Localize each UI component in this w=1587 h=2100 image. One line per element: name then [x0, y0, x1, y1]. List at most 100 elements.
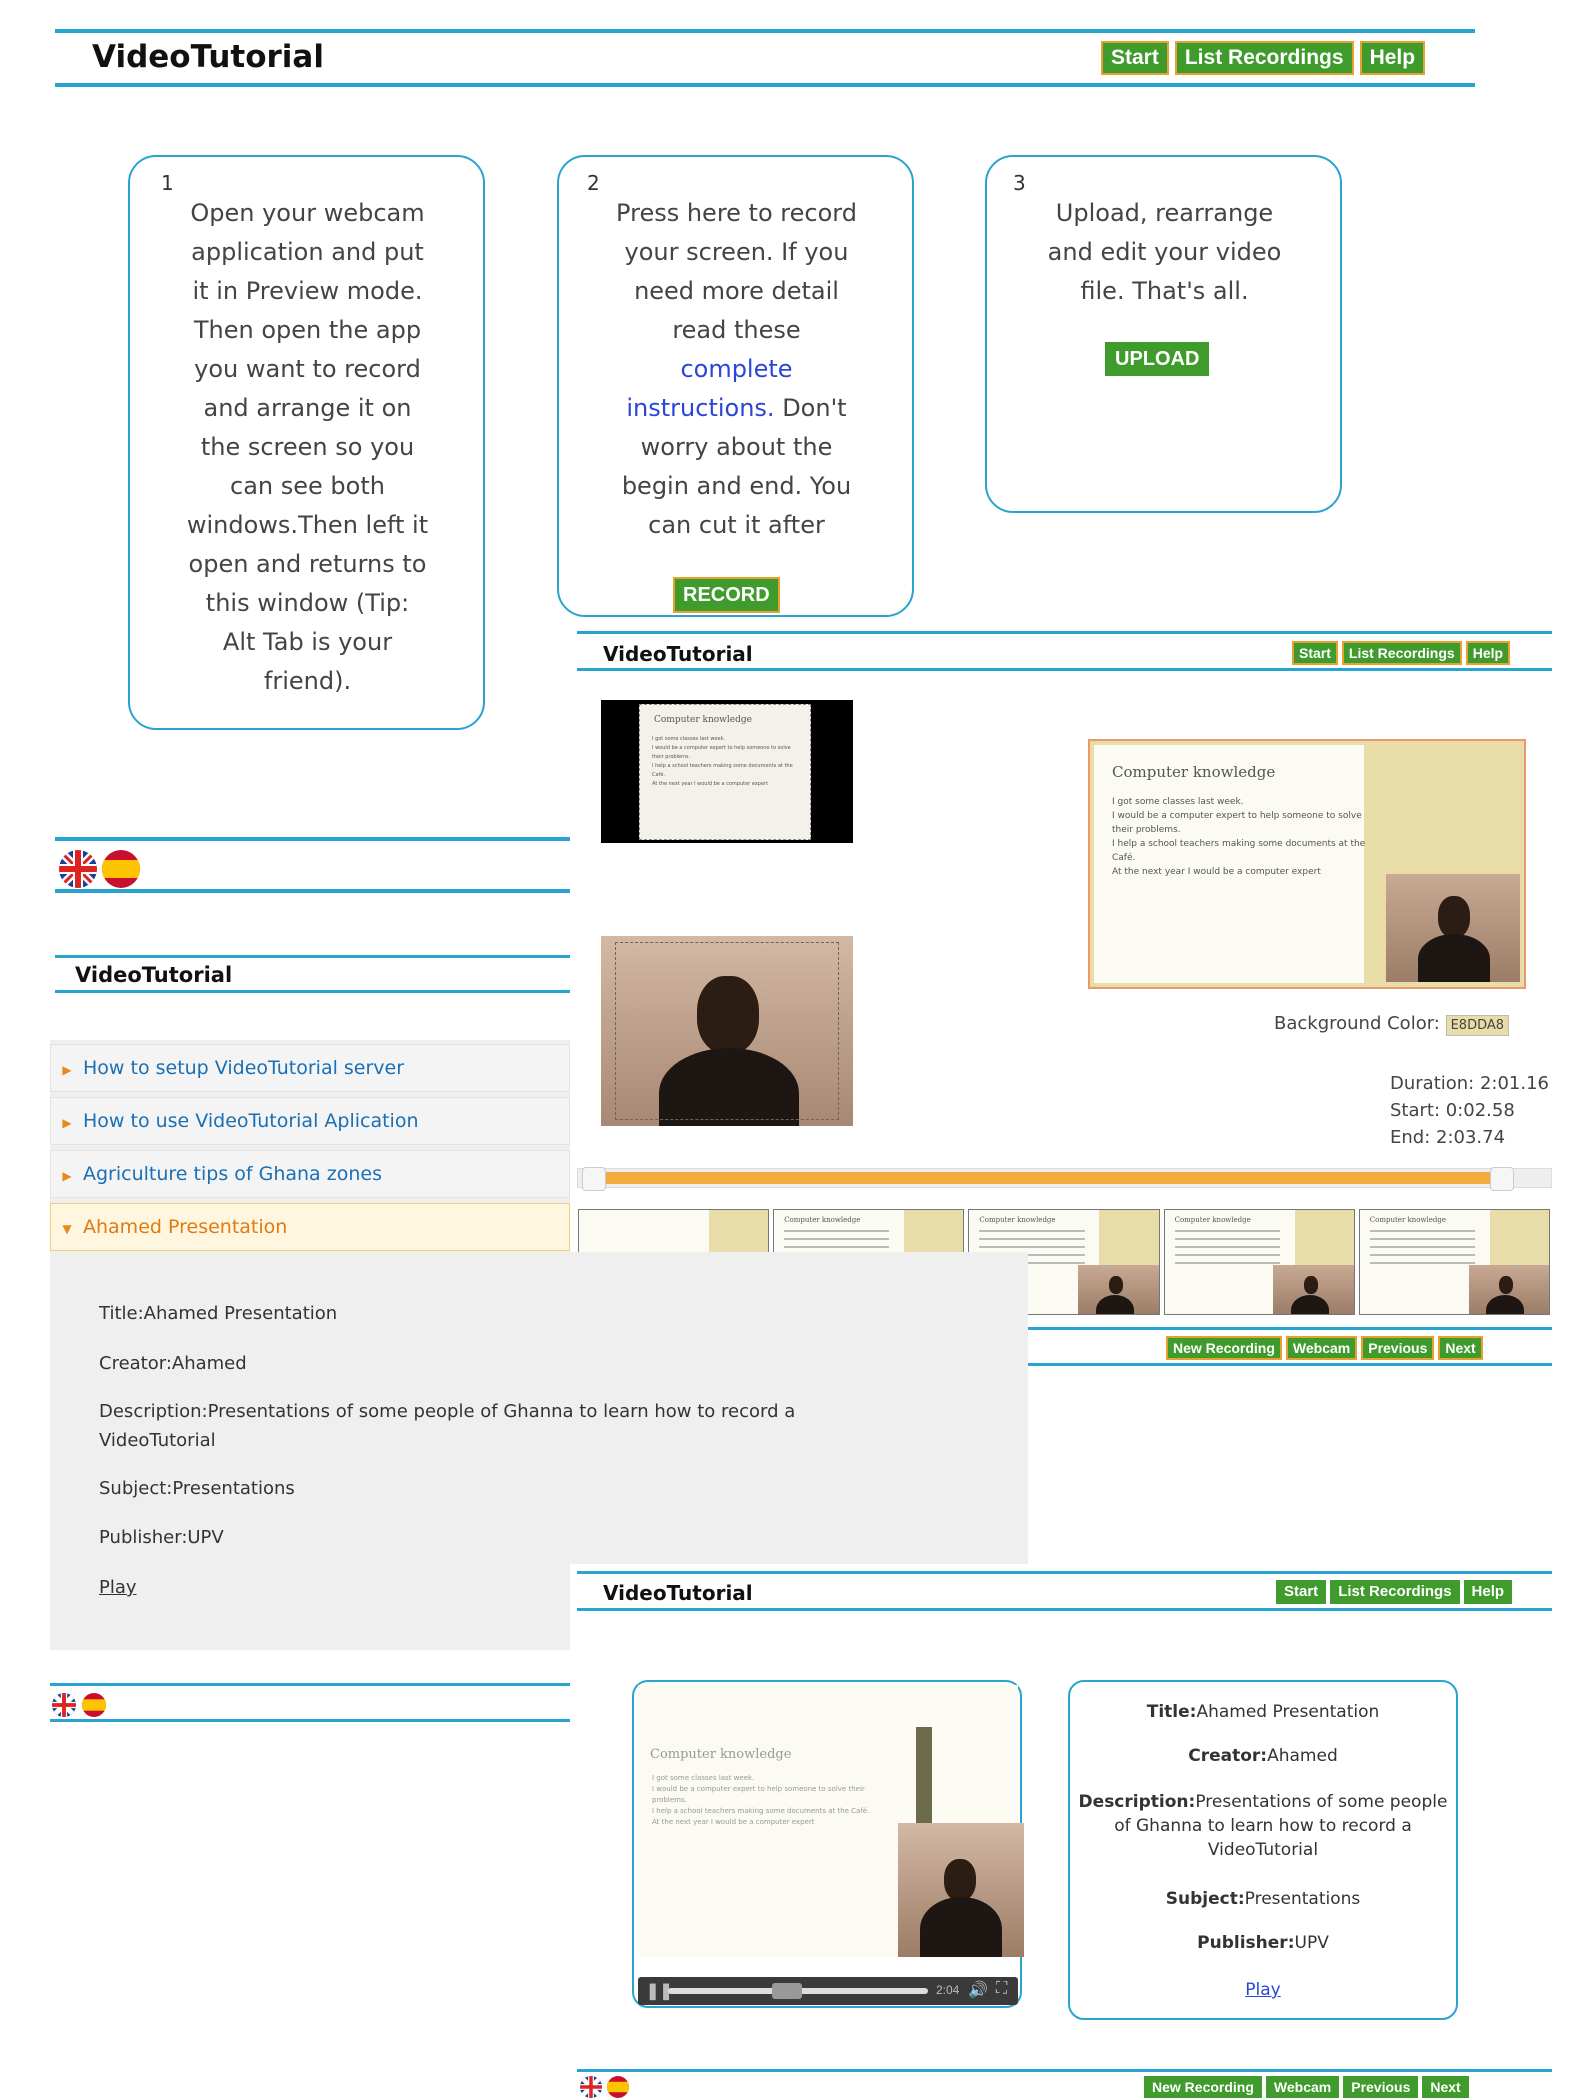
- spanish-flag-icon[interactable]: [607, 2076, 629, 2098]
- header-bottom-line: [55, 83, 1475, 87]
- player-top-nav: Start List Recordings Help: [1276, 1580, 1513, 1604]
- list-recordings-button[interactable]: List Recordings: [1341, 641, 1462, 665]
- video-scrubber[interactable]: [772, 1983, 802, 1999]
- trim-end-handle[interactable]: [1490, 1167, 1515, 1191]
- help-button[interactable]: Help: [1463, 1580, 1513, 1604]
- recording-item[interactable]: ▶ Agriculture tips of Ghana zones: [50, 1150, 570, 1198]
- list-recordings-button[interactable]: List Recordings: [1330, 1580, 1460, 1604]
- video-progress-bar[interactable]: [668, 1983, 928, 1999]
- video-player-card: Computer knowledge I got some classes la…: [632, 1680, 1024, 2008]
- recording-item[interactable]: ▶ How to setup VideoTutorial server: [50, 1044, 570, 1092]
- spanish-flag-icon[interactable]: [82, 1693, 106, 1717]
- start-button[interactable]: Start: [1292, 641, 1338, 665]
- help-button[interactable]: Help: [1465, 641, 1511, 665]
- step-1-instructions: Open your webcam application and put it in…: [140, 194, 475, 701]
- detail-creator: Creator:Ahamed: [99, 1353, 247, 1374]
- timeline-thumbnail[interactable]: Computer knowledge: [1358, 1209, 1550, 1315]
- instructions-link[interactable]: complete: [569, 350, 904, 389]
- next-button[interactable]: Next: [1438, 1336, 1483, 1360]
- webcam-crop-area[interactable]: [615, 942, 839, 1120]
- expand-icon: ▶: [62, 1116, 72, 1130]
- new-recording-button[interactable]: New Recording: [1144, 2076, 1262, 2098]
- collapse-icon: ▼: [62, 1222, 72, 1236]
- text-line: and arrange it on: [203, 394, 412, 422]
- info-play-row: Play: [1070, 1980, 1456, 2000]
- header-top-line: [55, 29, 1475, 33]
- webcam-button[interactable]: Webcam: [1265, 2076, 1340, 2098]
- text-line: Open your webcam: [190, 199, 425, 227]
- slide-bullets: I got some classes last week. I would be …: [1112, 797, 1366, 877]
- info-title: Title:Ahamed Presentation: [1146, 1702, 1380, 1722]
- thumbnail-webcam: [1468, 1265, 1549, 1314]
- detail-description-cont: VideoTutorial: [99, 1430, 216, 1451]
- recording-item-active[interactable]: ▼ Ahamed Presentation: [50, 1203, 570, 1251]
- next-button[interactable]: Next: [1422, 2076, 1469, 2098]
- english-flag-icon[interactable]: [580, 2076, 602, 2098]
- timeline-thumbnail[interactable]: Computer knowledge: [1163, 1209, 1355, 1315]
- video-time: 2:04: [936, 1983, 960, 1997]
- slide-title: Computer knowledge: [1112, 763, 1276, 781]
- fullscreen-icon[interactable]: ⛶: [996, 1980, 1007, 1998]
- duration-text: Duration: 2:01.16: [1390, 1073, 1550, 1094]
- volume-icon[interactable]: 🔊: [968, 1980, 988, 2000]
- thumbnail-slide-title: Computer knowledge: [784, 1216, 861, 1224]
- step-2-instructions: Press here to record your screen. If you…: [569, 194, 904, 545]
- capture-crop-area[interactable]: Computer knowledge I got some classes la…: [639, 704, 811, 840]
- record-button[interactable]: RECORD: [673, 577, 780, 613]
- info-publisher: Publisher:UPV: [1197, 1933, 1329, 1953]
- step-number: 2: [587, 171, 600, 195]
- play-link[interactable]: Play: [1245, 1980, 1280, 2000]
- webcam-overlay: [898, 1823, 1024, 1957]
- list-footer-bottom-line: [50, 1719, 570, 1722]
- instructions-link[interactable]: instructions.: [626, 394, 774, 422]
- trim-start-handle[interactable]: [582, 1167, 606, 1191]
- text-line: can see both: [230, 472, 385, 500]
- player-bottom-nav: New Recording Webcam Previous Next: [1144, 2076, 1469, 2098]
- info-description: Description:Presentations of some people…: [1078, 1792, 1448, 1860]
- text-line: it in Preview mode.: [192, 277, 423, 305]
- player-header-top-line: [577, 1571, 1552, 1574]
- footer-bottom-line: [55, 889, 570, 893]
- brand-logo[interactable]: VideoTutorial: [75, 963, 232, 987]
- slide-bullets: I got some classes last week. I would be …: [652, 736, 793, 787]
- thumbnail-bullet-line: [1369, 1238, 1475, 1240]
- start-button[interactable]: Start: [1101, 41, 1169, 75]
- detail-description: Description:Presentations of some people…: [99, 1401, 796, 1422]
- list-recordings-button[interactable]: List Recordings: [1174, 41, 1354, 75]
- slide-bullets: I got some classes last week. I would be …: [652, 1774, 870, 1826]
- slide-title: Computer knowledge: [650, 1747, 792, 1762]
- video-frame[interactable]: Computer knowledge I got some classes la…: [638, 1685, 1024, 1957]
- previous-button[interactable]: Previous: [1343, 2076, 1419, 2098]
- timing-info: Duration: 2:01.16 Start: 0:02.58 End: 2:…: [1390, 1070, 1549, 1151]
- text-line: this window (Tip:: [205, 589, 410, 617]
- thumbnail-bullet-line: [784, 1230, 890, 1232]
- spanish-flag-icon[interactable]: [102, 850, 140, 888]
- recording-item[interactable]: ▶ How to use VideoTutorial Aplication: [50, 1097, 570, 1145]
- brand-logo[interactable]: VideoTutorial: [92, 39, 324, 75]
- trim-slider[interactable]: [577, 1167, 1552, 1191]
- upload-button[interactable]: UPLOAD: [1105, 342, 1210, 376]
- thumbnail-bullet-line: [1369, 1230, 1475, 1232]
- start-button[interactable]: Start: [1276, 1580, 1327, 1604]
- slide: Computer knowledge I got some classes la…: [1094, 745, 1365, 983]
- background-color-input[interactable]: E8DDA8: [1445, 1015, 1510, 1036]
- screen-capture-preview[interactable]: Computer knowledge I got some classes la…: [601, 700, 853, 843]
- text-line: your screen. If you: [624, 238, 849, 266]
- brand-logo[interactable]: VideoTutorial: [603, 642, 753, 666]
- previous-button[interactable]: Previous: [1361, 1336, 1435, 1360]
- new-recording-button[interactable]: New Recording: [1166, 1336, 1282, 1360]
- text-line: can cut it after: [648, 511, 825, 539]
- webcam-preview[interactable]: [601, 936, 853, 1126]
- help-button[interactable]: Help: [1359, 41, 1426, 75]
- thumbnail-slide-title: Computer knowledge: [1174, 1216, 1251, 1224]
- webcam-button[interactable]: Webcam: [1285, 1336, 1358, 1360]
- thumbnail-slide-title: Computer knowledge: [979, 1216, 1056, 1224]
- brand-logo[interactable]: VideoTutorial: [603, 1581, 753, 1605]
- editor-header-top-line: [577, 631, 1552, 634]
- english-flag-icon[interactable]: [52, 1693, 76, 1717]
- play-link[interactable]: Play: [99, 1577, 137, 1598]
- end-time-text: End: 2:03.74: [1390, 1127, 1506, 1148]
- english-flag-icon[interactable]: [59, 850, 97, 888]
- text-line: and edit your video: [1047, 238, 1282, 266]
- editor-top-nav: Start List Recordings Help: [1292, 641, 1511, 665]
